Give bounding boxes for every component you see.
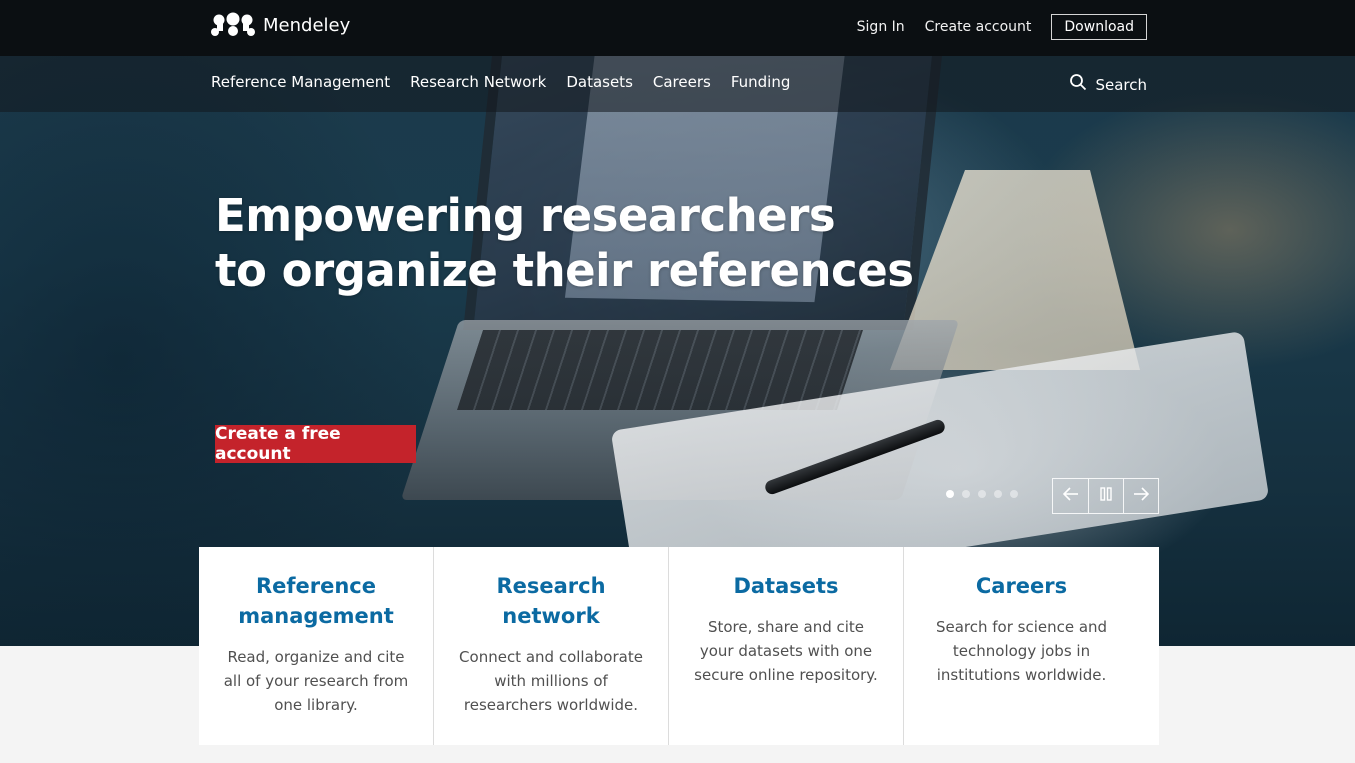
main-nav: Reference Management Research Network Da… — [0, 56, 1355, 112]
card-text: Read, organize and cite all of your rese… — [223, 648, 409, 714]
search-label: Search — [1095, 75, 1147, 94]
search-icon — [1069, 73, 1087, 96]
card-reference-management[interactable]: Reference management Read, organize and … — [199, 547, 434, 745]
hero-headline: Empowering researchers to organize their… — [215, 188, 914, 298]
card-title: Careers — [975, 574, 1068, 598]
arrow-right-icon — [1133, 486, 1150, 506]
top-nav: Sign In Create account Download — [837, 14, 1147, 40]
feature-cards: Reference management Read, organize and … — [199, 547, 1159, 745]
nav-item-reference-management[interactable]: Reference Management — [211, 73, 390, 91]
carousel-prev-button[interactable] — [1053, 479, 1088, 513]
card-title: Reference management — [238, 574, 394, 628]
card-datasets[interactable]: Datasets Store, share and cite your data… — [669, 547, 904, 745]
hero-keyboard — [457, 330, 863, 410]
create-free-account-button[interactable]: Create a free account — [215, 424, 416, 464]
card-research-network[interactable]: Research network Connect and collaborate… — [434, 547, 669, 745]
carousel-dots — [946, 490, 1026, 498]
download-button[interactable]: Download — [1051, 14, 1147, 40]
nav-item-funding[interactable]: Funding — [731, 73, 791, 91]
card-text: Store, share and cite your datasets with… — [694, 618, 878, 684]
nav-item-datasets[interactable]: Datasets — [566, 73, 633, 91]
nav-item-research-network[interactable]: Research Network — [410, 73, 546, 91]
sign-in-link[interactable]: Sign In — [857, 19, 905, 35]
carousel-next-button[interactable] — [1123, 479, 1158, 513]
create-account-link[interactable]: Create account — [925, 19, 1032, 35]
card-text: Connect and collaborate with millions of… — [459, 648, 643, 714]
carousel-dot-4[interactable] — [994, 490, 1002, 498]
hero-headline-line2: to organize their references — [215, 244, 914, 297]
carousel-pause-button[interactable] — [1088, 479, 1123, 513]
carousel-dot-2[interactable] — [962, 490, 970, 498]
carousel-dot-3[interactable] — [978, 490, 986, 498]
card-title: Research network — [496, 574, 606, 628]
brand-name: Mendeley — [263, 14, 351, 36]
pause-icon — [1099, 486, 1113, 506]
card-title: Datasets — [733, 574, 839, 598]
card-careers[interactable]: Careers Search for science and technolog… — [904, 547, 1139, 745]
carousel-controls — [1052, 478, 1159, 514]
arrow-left-icon — [1062, 486, 1079, 506]
mendeley-logo-icon — [211, 12, 255, 38]
logo[interactable]: Mendeley — [211, 12, 350, 38]
carousel-dot-5[interactable] — [1010, 490, 1018, 498]
search-button[interactable]: Search — [1069, 73, 1147, 96]
hero-headline-line1: Empowering researchers — [215, 189, 836, 242]
top-bar: Mendeley Sign In Create account Download — [0, 0, 1355, 56]
carousel-dot-1[interactable] — [946, 490, 954, 498]
card-text: Search for science and technology jobs i… — [935, 618, 1108, 684]
nav-item-careers[interactable]: Careers — [653, 73, 711, 91]
